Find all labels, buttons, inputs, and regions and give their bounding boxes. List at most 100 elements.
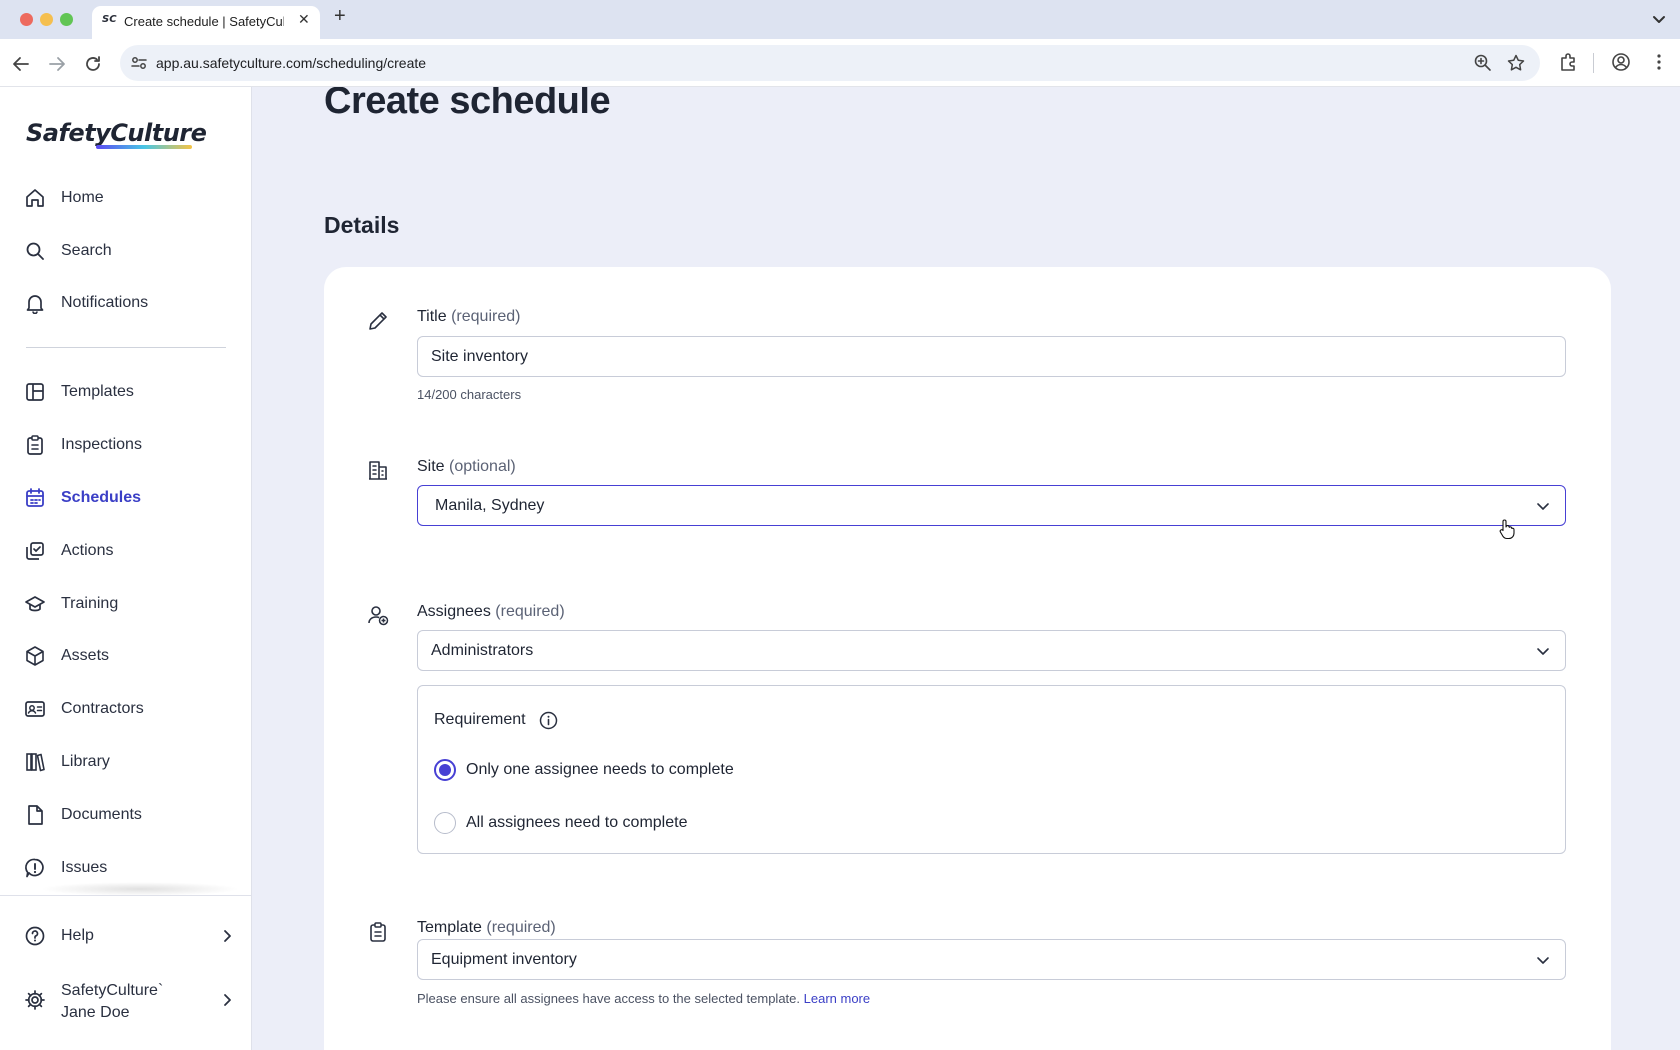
chevron-right-icon bbox=[218, 991, 236, 1009]
browser-toolbar: app.au.safetyculture.com/scheduling/crea… bbox=[0, 39, 1680, 87]
template-helper: Please ensure all assignees have access … bbox=[417, 991, 870, 1006]
pencil-icon bbox=[366, 309, 390, 333]
page-title: Create schedule bbox=[324, 87, 611, 122]
all-assignees-label[interactable]: All assignees need to complete bbox=[466, 814, 687, 832]
back-arrow-icon[interactable] bbox=[10, 53, 32, 75]
site-label-text: Site bbox=[417, 458, 445, 475]
chevron-down-icon bbox=[1535, 643, 1551, 659]
new-tab-icon[interactable]: + bbox=[334, 5, 346, 28]
browser-tab[interactable]: SC Create schedule | SafetyCulture ✕ bbox=[92, 6, 320, 39]
bookmark-star-icon[interactable] bbox=[1506, 53, 1526, 73]
sidebar-item-search[interactable]: Search bbox=[0, 231, 252, 271]
sidebar-item-schedules[interactable]: Schedules bbox=[0, 478, 252, 518]
safetyculture-logo[interactable]: SafetyCulture bbox=[26, 119, 207, 147]
sidebar-item-templates[interactable]: Templates bbox=[0, 372, 252, 412]
logo-underline bbox=[96, 145, 192, 149]
building-icon bbox=[366, 458, 390, 482]
user-name: Jane Doe bbox=[61, 1004, 130, 1021]
sidebar-item-actions[interactable]: Actions bbox=[0, 531, 252, 571]
sidebar-item-label: Contractors bbox=[61, 700, 144, 717]
sidebar-item-contractors[interactable]: Contractors bbox=[0, 689, 252, 729]
address-bar[interactable]: app.au.safetyculture.com/scheduling/crea… bbox=[120, 45, 1540, 81]
browser-menu-icon[interactable] bbox=[1648, 51, 1670, 73]
gear-icon bbox=[24, 989, 46, 1011]
title-input-value: Site inventory bbox=[431, 348, 528, 365]
info-icon[interactable] bbox=[539, 711, 558, 730]
tab-close-icon[interactable]: ✕ bbox=[298, 11, 310, 28]
help-icon bbox=[24, 925, 46, 947]
minimize-window-button[interactable] bbox=[40, 13, 53, 26]
sidebar-item-label: Training bbox=[61, 595, 119, 612]
sidebar-item-library[interactable]: Library bbox=[0, 742, 252, 782]
document-icon bbox=[24, 804, 46, 826]
requirement-title: Requirement bbox=[434, 711, 526, 728]
assignees-label: Assignees (required) bbox=[417, 603, 565, 621]
tab-search-chevron-icon[interactable] bbox=[1648, 8, 1670, 30]
maximize-window-button[interactable] bbox=[60, 13, 73, 26]
sidebar-item-label: Actions bbox=[61, 542, 114, 559]
actions-icon bbox=[24, 540, 46, 562]
tab-title: Create schedule | SafetyCulture bbox=[124, 14, 284, 29]
assignees-dropdown[interactable]: Administrators bbox=[417, 630, 1566, 671]
sidebar-item-notifications[interactable]: Notifications bbox=[0, 283, 252, 323]
template-dropdown-value: Equipment inventory bbox=[431, 951, 577, 968]
sidebar-item-label: Documents bbox=[61, 806, 142, 823]
sidebar-item-training[interactable]: Training bbox=[0, 584, 252, 624]
template-helper-text: Please ensure all assignees have access … bbox=[417, 991, 801, 1006]
all-assignees-radio[interactable] bbox=[434, 812, 456, 834]
site-optional-hint: (optional) bbox=[449, 458, 516, 475]
site-dropdown[interactable]: Manila, Sydney bbox=[417, 485, 1566, 526]
chevron-down-icon bbox=[1535, 498, 1551, 514]
learn-more-link[interactable]: Learn more bbox=[804, 991, 870, 1006]
sidebar-item-label: Inspections bbox=[61, 436, 142, 453]
title-label: Title (required) bbox=[417, 308, 520, 326]
bell-icon bbox=[24, 292, 46, 314]
title-label-text: Title bbox=[417, 308, 447, 325]
title-input[interactable]: Site inventory bbox=[417, 336, 1566, 377]
sidebar-item-label: Library bbox=[61, 753, 110, 770]
clipboard-icon bbox=[366, 920, 390, 944]
close-window-button[interactable] bbox=[20, 13, 33, 26]
profile-icon[interactable] bbox=[1610, 51, 1632, 73]
template-label: Template (required) bbox=[417, 919, 556, 937]
only-one-assignee-label[interactable]: Only one assignee needs to complete bbox=[466, 761, 734, 779]
zoom-icon[interactable] bbox=[1473, 53, 1493, 73]
clipboard-icon bbox=[24, 434, 46, 456]
sidebar-item-help[interactable]: Help bbox=[0, 916, 252, 956]
sidebar-item-label: Home bbox=[61, 189, 104, 206]
sidebar-item-inspections[interactable]: Inspections bbox=[0, 425, 252, 465]
forward-arrow-icon[interactable] bbox=[46, 53, 68, 75]
sidebar-item-documents[interactable]: Documents bbox=[0, 795, 252, 835]
assignees-required-hint: (required) bbox=[495, 603, 565, 620]
template-dropdown[interactable]: Equipment inventory bbox=[417, 939, 1566, 980]
site-settings-icon[interactable] bbox=[130, 54, 148, 72]
site-dropdown-value: Manila, Sydney bbox=[435, 497, 545, 514]
requirement-box: Requirement Only one assignee needs to c… bbox=[417, 685, 1566, 854]
chevron-down-icon bbox=[1535, 952, 1551, 968]
home-icon bbox=[24, 187, 46, 209]
only-one-assignee-radio[interactable] bbox=[434, 759, 456, 781]
books-icon bbox=[24, 751, 46, 773]
assignees-label-text: Assignees bbox=[417, 603, 491, 620]
toolbar-divider bbox=[1593, 53, 1594, 73]
sidebar-divider bbox=[26, 347, 226, 348]
url-text[interactable]: app.au.safetyculture.com/scheduling/crea… bbox=[156, 55, 426, 71]
sidebar-item-assets[interactable]: Assets bbox=[0, 636, 252, 676]
extensions-puzzle-icon[interactable] bbox=[1557, 51, 1579, 73]
sidebar-item-label: Help bbox=[61, 927, 94, 944]
tab-favicon-icon: SC bbox=[102, 14, 117, 25]
sidebar-item-label: Notifications bbox=[61, 294, 149, 311]
browser-tab-bar: SC Create schedule | SafetyCulture ✕ + bbox=[0, 0, 1680, 39]
mouse-pointer-icon bbox=[1497, 518, 1517, 540]
reload-icon[interactable] bbox=[82, 53, 104, 75]
main-content: Create schedule Details Title (required)… bbox=[253, 87, 1680, 1050]
add-user-icon bbox=[366, 603, 390, 627]
chevron-right-icon bbox=[218, 927, 236, 945]
graduation-cap-icon bbox=[24, 593, 46, 615]
sidebar-item-home[interactable]: Home bbox=[0, 178, 252, 218]
title-required-hint: (required) bbox=[451, 308, 521, 325]
sidebar-item-label: Assets bbox=[61, 647, 110, 664]
section-title: Details bbox=[324, 212, 400, 238]
template-required-hint: (required) bbox=[486, 919, 556, 936]
calendar-icon bbox=[24, 487, 46, 509]
